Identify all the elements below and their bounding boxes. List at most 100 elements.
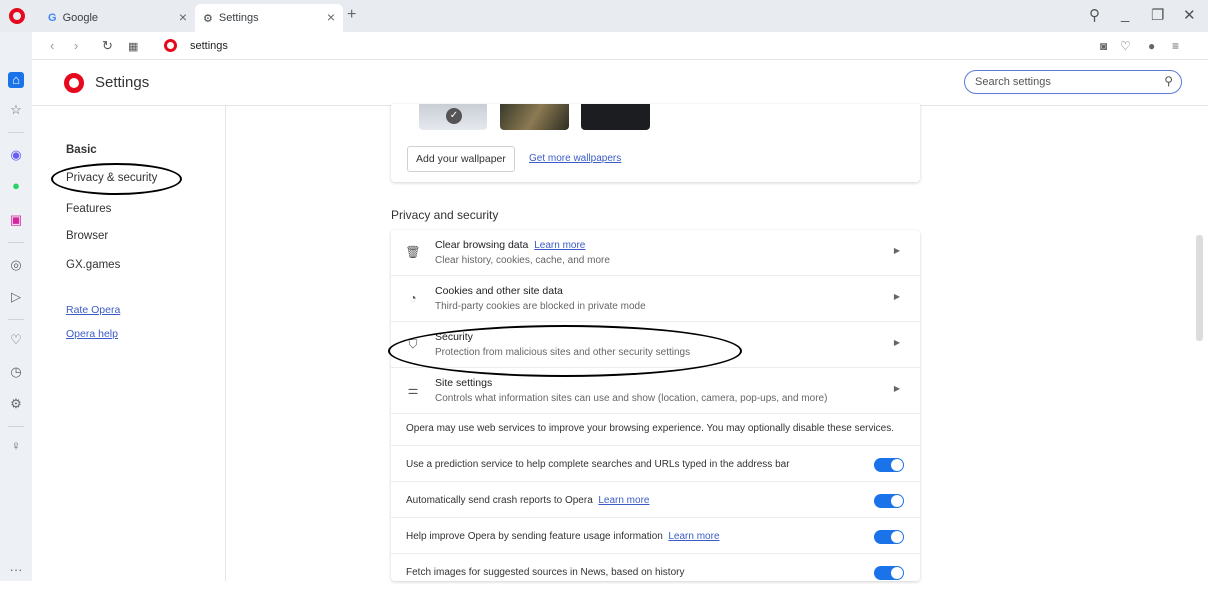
tab-label: Google (62, 12, 99, 24)
search-tabs-icon[interactable]: ⚲ (1089, 6, 1100, 24)
learn-more-link[interactable]: Learn more (668, 531, 719, 542)
row-title-wrap: Clear browsing data Learn more (435, 239, 585, 251)
chevron-right-icon: ▶ (893, 384, 900, 393)
nav-item-gxgames[interactable]: GX.games (66, 259, 120, 271)
sidebar-divider (8, 319, 24, 320)
toggle-knob (891, 495, 903, 507)
opera-logo-icon (164, 39, 177, 52)
toggle-row: Help improve Opera by sending feature us… (391, 522, 920, 554)
address-bar: ‹ › ↻ ▦ settings ◙ ♡ ● ≡ (32, 32, 1208, 60)
settings-icon[interactable]: ⚙ (8, 396, 24, 412)
sidebar-divider (8, 242, 24, 243)
whatsapp-icon[interactable]: ● (8, 178, 24, 194)
settings-header: Settings Search settings ⚲ (32, 60, 1208, 106)
opera-logo-icon (64, 73, 84, 93)
tab-settings[interactable]: ⚙ Settings × (195, 4, 343, 32)
tab-google[interactable]: G Google × (40, 4, 195, 32)
toggle-row: Automatically send crash reports to Oper… (391, 486, 920, 518)
row-subtitle: Third-party cookies are blocked in priva… (435, 301, 646, 312)
more-icon[interactable]: ··· (8, 562, 24, 578)
fetch-images-toggle[interactable] (874, 566, 904, 580)
toggle-label: Use a prediction service to help complet… (406, 459, 790, 470)
usage-info-toggle[interactable] (874, 530, 904, 544)
back-icon[interactable]: ‹ (50, 38, 54, 53)
row-subtitle: Controls what information sites can use … (435, 393, 828, 404)
notice-text: Opera may use web services to improve yo… (406, 423, 895, 434)
chevron-right-icon: ▶ (893, 338, 900, 347)
toggle-label: Fetch images for suggested sources in Ne… (406, 567, 685, 578)
home-icon[interactable]: ⌂ (8, 72, 24, 88)
clear-browsing-row[interactable]: 🗑 Clear browsing data Learn more Clear h… (391, 230, 920, 276)
toggle-label-wrap: Automatically send crash reports to Oper… (406, 495, 649, 506)
toggle-knob (891, 567, 903, 579)
wallpaper-card: ✓ Add your wallpaper Get more wallpapers (391, 104, 920, 182)
heart-icon[interactable]: ♡ (8, 332, 24, 348)
toggle-row: Use a prediction service to help complet… (391, 450, 920, 482)
profile-icon[interactable]: ● (1148, 39, 1155, 53)
close-tab-icon[interactable]: × (327, 9, 335, 25)
sidebar-divider (8, 132, 24, 133)
google-icon: G (48, 12, 57, 24)
opera-logo-icon[interactable] (9, 8, 25, 24)
nav-item-browser[interactable]: Browser (66, 230, 108, 242)
forward-icon[interactable]: › (74, 38, 78, 53)
wallpaper-thumb[interactable]: ✓ (419, 104, 487, 130)
services-notice: Opera may use web services to improve yo… (391, 414, 920, 446)
nav-item-basic[interactable]: Basic (66, 144, 97, 156)
close-window-icon[interactable]: ✕ (1183, 6, 1196, 24)
search-placeholder: Search settings (975, 76, 1051, 88)
learn-more-link[interactable]: Learn more (534, 240, 585, 251)
prediction-toggle[interactable] (874, 458, 904, 472)
sidebar-divider (8, 426, 24, 427)
heart-icon[interactable]: ♡ (1120, 39, 1131, 53)
tab-label: Settings (218, 12, 259, 24)
annotation-ellipse (51, 163, 182, 195)
close-tab-icon[interactable]: × (179, 9, 187, 25)
more-wallpapers-link[interactable]: Get more wallpapers (529, 153, 621, 164)
row-title: Site settings (435, 377, 493, 389)
restore-icon[interactable]: ❐ (1151, 6, 1164, 24)
instagram-icon[interactable]: ▣ (8, 212, 24, 228)
search-icon: ⚲ (1164, 74, 1173, 88)
crash-reports-toggle[interactable] (874, 494, 904, 508)
annotation-ellipse (388, 325, 742, 377)
privacy-card: 🗑 Clear browsing data Learn more Clear h… (391, 230, 920, 581)
player-icon[interactable]: ◎ (8, 257, 24, 273)
scrollbar-thumb[interactable] (1196, 235, 1203, 341)
rate-opera-link[interactable]: Rate Opera (66, 304, 120, 316)
site-settings-row[interactable]: ⚌ Site settings Controls what informatio… (391, 368, 920, 414)
gear-icon: ⚙ (203, 12, 213, 25)
section-title: Privacy and security (391, 208, 499, 222)
row-title: Cookies and other site data (435, 285, 563, 297)
nav-item-features[interactable]: Features (66, 203, 111, 215)
toggle-row: Fetch images for suggested sources in Ne… (391, 558, 920, 590)
easy-setup-icon[interactable]: ≡ (1172, 39, 1179, 53)
cookie-icon: ◔ (409, 291, 417, 305)
search-input[interactable]: Search settings ⚲ (964, 70, 1182, 94)
minimize-icon[interactable]: _ (1121, 6, 1129, 23)
toggle-label: Help improve Opera by sending feature us… (406, 531, 663, 542)
tips-icon[interactable]: ♀ (8, 438, 24, 454)
url-field[interactable]: settings (190, 40, 228, 52)
check-icon: ✓ (446, 108, 462, 124)
page-title: Settings (95, 74, 150, 91)
tabs-grid-icon[interactable]: ▦ (128, 40, 138, 53)
send-icon[interactable]: ▷ (8, 289, 24, 305)
cookies-row[interactable]: ◔ Cookies and other site data Third-part… (391, 276, 920, 322)
trash-icon: 🗑 (405, 245, 421, 259)
row-title: Clear browsing data (435, 239, 529, 251)
opera-help-link[interactable]: Opera help (66, 328, 118, 340)
left-sidebar: ⌂ ☆ ◉ ● ▣ ◎ ▷ ♡ ◷ ⚙ ♀ ··· (0, 32, 32, 581)
history-icon[interactable]: ◷ (8, 364, 24, 380)
messenger-icon[interactable]: ◉ (8, 147, 24, 163)
speed-dial-icon[interactable]: ☆ (8, 102, 24, 118)
add-wallpaper-button[interactable]: Add your wallpaper (407, 146, 515, 172)
camera-icon[interactable]: ◙ (1100, 39, 1107, 53)
toggle-knob (891, 531, 903, 543)
wallpaper-thumb[interactable] (500, 104, 569, 130)
reload-icon[interactable]: ↻ (102, 38, 113, 54)
new-tab-icon[interactable]: + (347, 6, 356, 24)
toggle-knob (891, 459, 903, 471)
learn-more-link[interactable]: Learn more (598, 495, 649, 506)
wallpaper-thumb[interactable] (581, 104, 650, 130)
